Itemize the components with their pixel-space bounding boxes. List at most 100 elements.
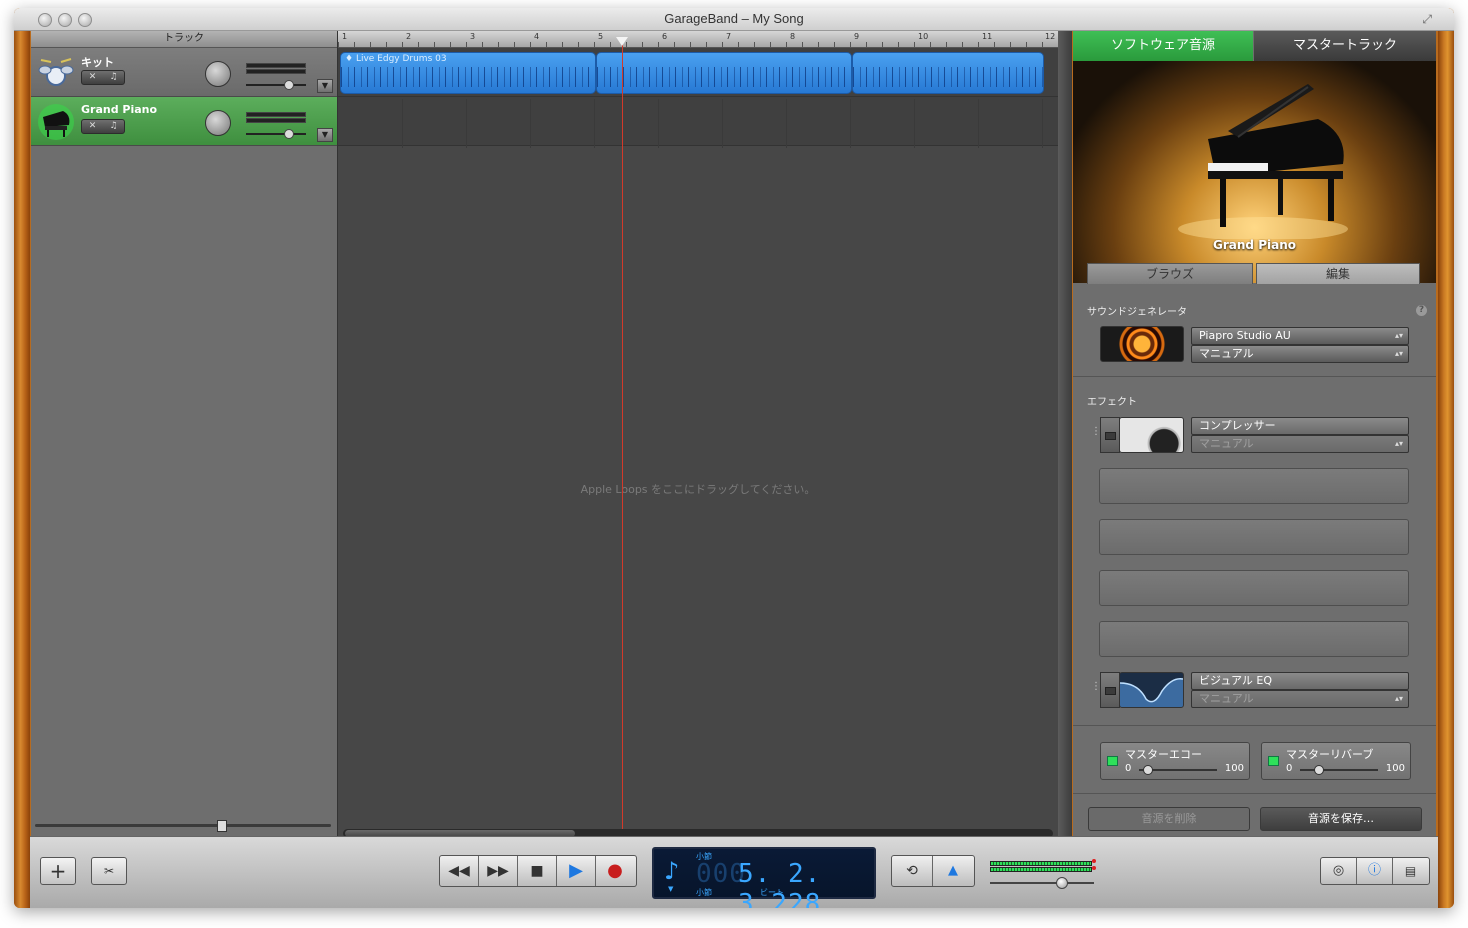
lcd-position: 5. 2. 3.228 — [738, 859, 822, 908]
pan-knob-piano[interactable] — [205, 110, 231, 136]
volume-slider-piano[interactable] — [246, 129, 306, 139]
rewind-button[interactable]: ◀◀ — [440, 856, 479, 886]
master-volume-thumb[interactable] — [1056, 877, 1068, 889]
delete-instrument-button[interactable]: 音源を削除 — [1088, 807, 1250, 831]
region-label: ♦ Live Edgy Drums 03 — [345, 54, 447, 64]
master-echo-toggle[interactable] — [1107, 756, 1118, 766]
stop-icon: ■ — [530, 863, 544, 879]
track-info-panel: ソフトウェア音源 マスタートラック Grand Piano ブラウズ 編集 サウ… — [1073, 31, 1436, 836]
region-waveform — [597, 67, 851, 87]
loop-browser-button[interactable]: ◎ — [1321, 858, 1357, 884]
master-reverb-max: 100 — [1385, 763, 1405, 774]
sound-generator-thumbnail[interactable] — [1100, 326, 1184, 362]
pan-knob-kit[interactable] — [205, 61, 231, 87]
mute-icon[interactable]: ✕ — [82, 120, 103, 133]
tab-software-instrument[interactable]: ソフトウェア音源 — [1073, 31, 1253, 61]
mute-icon[interactable]: ✕ — [82, 71, 103, 84]
timeline-ruler[interactable]: 1 2 3 4 5 6 7 8 9 10 11 12 — [338, 31, 1058, 48]
headphones-icon[interactable]: ♫ — [103, 71, 124, 84]
drag-handle-icon[interactable]: ⋮ — [1091, 681, 1101, 695]
bar-number: 10 — [918, 32, 929, 41]
vertical-scrollbar[interactable] — [1058, 31, 1072, 836]
cycle-button[interactable]: ⟲ — [892, 856, 933, 886]
rewind-icon: ◀◀ — [448, 863, 470, 879]
metronome-button[interactable]: ▲ — [933, 856, 973, 886]
cycle-icon: ⟲ — [906, 863, 918, 879]
editor-button[interactable]: ✂ — [91, 857, 127, 885]
empty-effect-slot[interactable] — [1099, 570, 1409, 606]
bar-number: 5 — [598, 32, 604, 41]
wood-panel-left — [14, 8, 30, 908]
compressor-icon[interactable] — [1119, 417, 1184, 453]
fast-forward-icon: ▶▶ — [487, 863, 509, 879]
visual-eq-icon[interactable] — [1119, 672, 1184, 708]
region-waveform — [853, 67, 1043, 87]
empty-effect-slot[interactable] — [1099, 621, 1409, 657]
effect-visual-eq-preset[interactable]: マニュアル ▴▾ — [1191, 690, 1409, 708]
instrument-image: Grand Piano — [1073, 61, 1436, 283]
master-reverb-slider-thumb[interactable] — [1314, 765, 1324, 775]
zoom-button[interactable] — [78, 13, 92, 27]
master-volume-slider[interactable] — [990, 877, 1094, 889]
media-browser-button[interactable]: ▤ — [1393, 858, 1428, 884]
tab-master-track[interactable]: マスタートラック — [1254, 31, 1436, 61]
play-icon: ▶ — [569, 860, 583, 881]
help-icon[interactable]: ? — [1416, 305, 1427, 316]
play-button[interactable]: ▶ — [557, 856, 596, 886]
lcd-beat-label: ビート — [760, 888, 784, 897]
effect-compressor-popup[interactable]: コンプレッサー — [1191, 417, 1409, 435]
grand-piano-icon — [38, 104, 74, 140]
bar-number: 2 — [406, 32, 412, 41]
generator-plugin-popup[interactable]: Piapro Studio AU ▴▾ — [1191, 327, 1409, 345]
effect-toggle-compressor[interactable] — [1100, 417, 1120, 453]
zoom-slider[interactable] — [35, 820, 331, 832]
bar-number: 12 — [1045, 32, 1056, 41]
tracks-column-header: トラック — [31, 31, 337, 48]
master-echo-slider-thumb[interactable] — [1143, 765, 1153, 775]
bar-number: 7 — [726, 32, 732, 41]
master-reverb-send[interactable]: マスターリバーブ 0 100 — [1261, 742, 1411, 780]
generator-preset-popup[interactable]: マニュアル ▴▾ — [1191, 345, 1409, 363]
save-instrument-button[interactable]: 音源を保存… — [1260, 807, 1422, 831]
headphones-icon[interactable]: ♫ — [103, 120, 124, 133]
lcd-display[interactable]: 小節 ♪ ▼ 000 5. 2. 3.228 小節 ビート — [652, 847, 876, 908]
loop-region-repeat[interactable] — [596, 52, 852, 94]
playhead[interactable] — [616, 37, 628, 829]
region-waveform — [341, 67, 595, 87]
master-reverb-toggle[interactable] — [1268, 756, 1279, 766]
track-disclosure-piano[interactable]: ▼ — [317, 128, 333, 142]
fast-forward-button[interactable]: ▶▶ — [479, 856, 518, 886]
stop-button[interactable]: ■ — [518, 856, 557, 886]
master-echo-send[interactable]: マスターエコー 0 100 — [1100, 742, 1250, 780]
minimize-button[interactable] — [58, 13, 72, 27]
effect-toggle-visual-eq[interactable] — [1100, 672, 1120, 708]
master-level-meter-left — [990, 861, 1092, 866]
drag-handle-icon[interactable]: ⋮ — [1091, 426, 1101, 440]
lcd-mode-arrow-icon[interactable]: ▼ — [668, 885, 673, 893]
loop-region[interactable]: ♦ Live Edgy Drums 03 — [340, 52, 596, 94]
fullscreen-icon[interactable]: ⤢ — [1422, 8, 1432, 30]
record-button[interactable]: ● — [596, 856, 634, 886]
track-name-kit: キット — [81, 56, 114, 69]
track-header-kit[interactable]: キット ✕ ♫ ▼ — [31, 48, 337, 97]
zoom-slider-thumb[interactable] — [217, 820, 227, 832]
master-reverb-min: 0 — [1286, 763, 1293, 774]
empty-effect-slot[interactable] — [1099, 468, 1409, 504]
loop-region-repeat[interactable] — [852, 52, 1044, 94]
track-header-grand-piano[interactable]: Grand Piano ✕ ♫ ▼ — [31, 97, 337, 146]
tab-edit[interactable]: 編集 — [1256, 263, 1420, 284]
add-track-button[interactable]: + — [40, 857, 76, 885]
timeline-area[interactable]: 1 2 3 4 5 6 7 8 9 10 11 12 ♦ Live Edgy D… — [338, 31, 1058, 838]
effect-visual-eq-popup[interactable]: ビジュアル EQ — [1191, 672, 1409, 690]
effect-compressor-preset[interactable]: マニュアル ▴▾ — [1191, 435, 1409, 453]
grand-piano-image — [1178, 84, 1348, 239]
tab-browse[interactable]: ブラウズ — [1087, 263, 1253, 284]
empty-effect-slot[interactable] — [1099, 519, 1409, 555]
track-lane-piano[interactable] — [338, 97, 1058, 146]
close-button[interactable] — [38, 13, 52, 27]
track-info-button[interactable]: ⓘ — [1357, 858, 1393, 884]
master-reverb-slider[interactable] — [1300, 769, 1378, 771]
playhead-handle[interactable] — [616, 37, 628, 46]
volume-slider-kit[interactable] — [246, 80, 306, 90]
track-disclosure-kit[interactable]: ▼ — [317, 79, 333, 93]
